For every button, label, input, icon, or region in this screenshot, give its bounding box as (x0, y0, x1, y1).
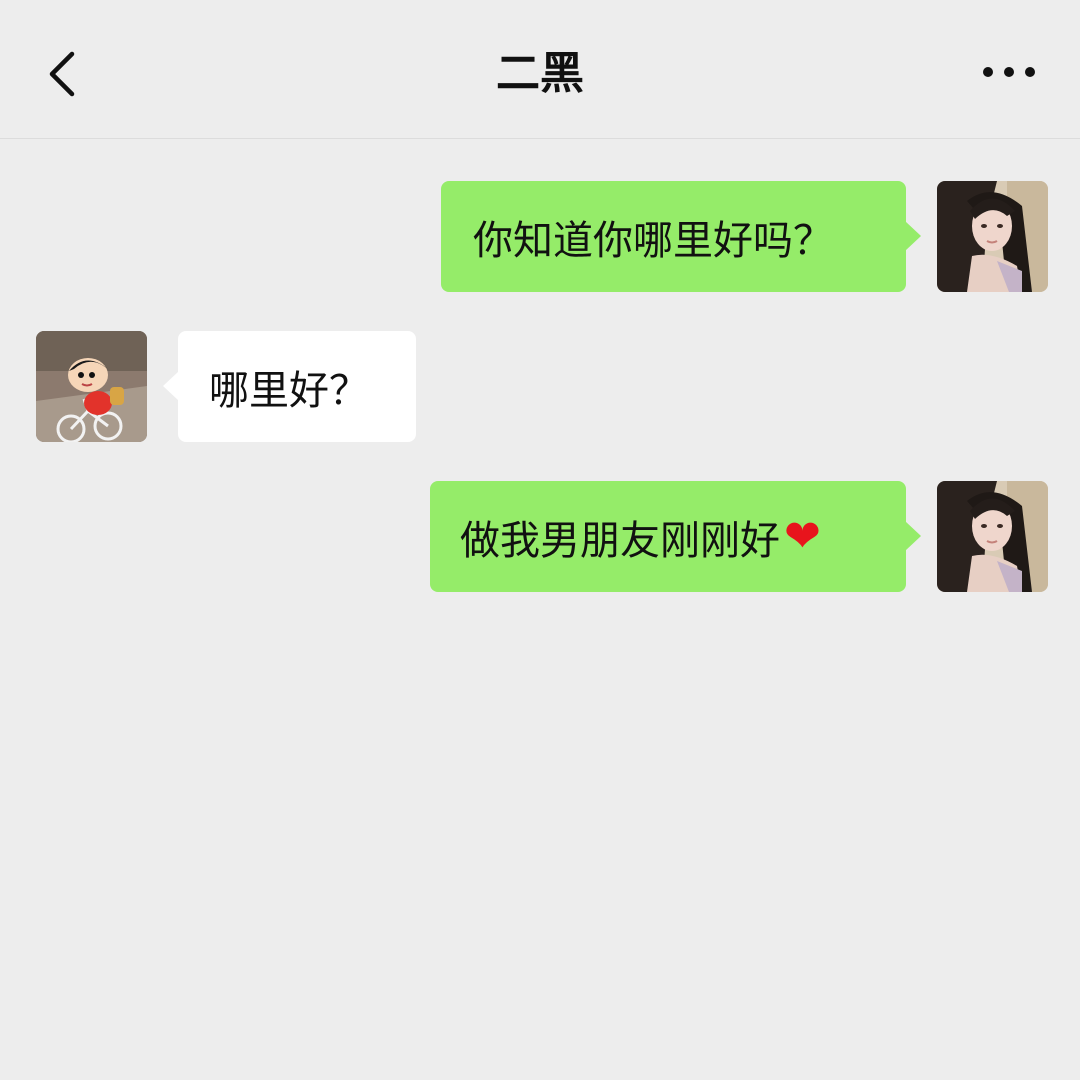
girl-photo-icon (937, 181, 1048, 292)
cartoon-boy-bicycle-avatar[interactable] (36, 331, 147, 442)
chat-screen: 二黑 你知道你哪里好吗？ 哪里好？ 做我男朋友刚刚好 ❤ (0, 0, 1080, 1080)
chevron-left-icon (49, 51, 75, 97)
chat-header: 二黑 (0, 0, 1080, 139)
message-text: 做我男朋友刚刚好 (460, 517, 780, 564)
bubble-tail (163, 371, 179, 401)
message-bubble-received[interactable]: 哪里好？ (163, 331, 416, 442)
more-dots-icon (983, 67, 1035, 77)
bubble-tail (905, 521, 921, 551)
back-button[interactable] (38, 40, 98, 108)
girl-photo-avatar[interactable] (937, 181, 1048, 292)
girl-photo-avatar[interactable] (937, 481, 1048, 592)
more-button[interactable] (974, 48, 1044, 96)
cartoon-avatar-icon (36, 331, 147, 442)
message-text: 哪里好？ (209, 367, 369, 414)
bubble-tail (905, 221, 921, 251)
girl-photo-icon (937, 481, 1048, 592)
message-text: 你知道你哪里好吗？ (473, 217, 833, 264)
message-bubble-sent[interactable]: 做我男朋友刚刚好 ❤ (430, 481, 921, 592)
message-bubble-sent[interactable]: 你知道你哪里好吗？ (441, 181, 921, 292)
heart-emoji: ❤ (784, 511, 821, 562)
chat-title: 二黑 (496, 48, 584, 99)
